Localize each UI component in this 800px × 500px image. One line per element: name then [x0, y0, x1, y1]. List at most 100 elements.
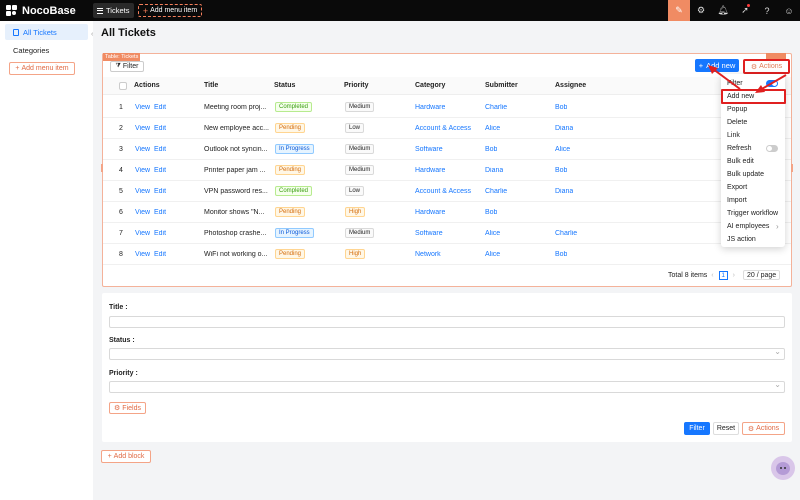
- drag-handle-right[interactable]: [791, 164, 793, 172]
- submitter-link[interactable]: Alice: [485, 251, 500, 258]
- category-link[interactable]: Software: [415, 230, 443, 237]
- view-link[interactable]: View: [135, 188, 150, 195]
- form-actions-button[interactable]: ⚙ Actions: [742, 422, 785, 435]
- table-header: Actions Title Status Priority Category S…: [103, 77, 791, 95]
- edit-link[interactable]: Edit: [154, 230, 166, 237]
- dropdown-item-refresh[interactable]: Refresh: [727, 145, 752, 152]
- edit-link[interactable]: Edit: [154, 188, 166, 195]
- help-icon[interactable]: ?: [756, 0, 778, 21]
- column-header-priority[interactable]: Priority: [344, 82, 369, 89]
- category-link[interactable]: Hardware: [415, 209, 445, 216]
- bell-icon[interactable]: 🔔︎: [712, 0, 734, 21]
- view-link[interactable]: View: [135, 251, 150, 258]
- view-link[interactable]: View: [135, 104, 150, 111]
- category-link[interactable]: Account & Access: [415, 125, 471, 132]
- edit-link[interactable]: Edit: [154, 167, 166, 174]
- next-page-icon[interactable]: ›: [733, 272, 735, 279]
- category-link[interactable]: Account & Access: [415, 188, 471, 195]
- rocket-icon[interactable]: ➚: [734, 0, 756, 21]
- dropdown-item-ai-employees[interactable]: AI employees: [727, 223, 769, 230]
- submitter-link[interactable]: Bob: [485, 209, 497, 216]
- select-all-checkbox[interactable]: [119, 82, 127, 90]
- priority-select[interactable]: [109, 380, 785, 393]
- dropdown-item-js-action[interactable]: JS action: [727, 236, 756, 243]
- assignee-link[interactable]: Bob: [555, 104, 567, 111]
- column-header-title[interactable]: Title: [204, 82, 218, 89]
- refresh-toggle[interactable]: [766, 145, 778, 152]
- fields-button[interactable]: ⚙ Fields: [109, 402, 146, 414]
- logo[interactable]: NocoBase: [6, 4, 76, 17]
- actions-button[interactable]: ⚙ Actions: [743, 59, 790, 74]
- category-link[interactable]: Hardware: [415, 104, 445, 111]
- add-block-button[interactable]: + Add block: [101, 450, 151, 463]
- dropdown-item-popup[interactable]: Popup: [727, 106, 747, 113]
- add-new-button[interactable]: + Add new: [695, 59, 739, 72]
- page-number[interactable]: 1: [718, 270, 728, 280]
- table-row[interactable]: 5 View Edit VPN password res... Completed Low…: [103, 181, 791, 202]
- assignee-link[interactable]: Bob: [555, 251, 567, 258]
- submitter-link[interactable]: Diana: [485, 167, 503, 174]
- design-icon[interactable]: ✎: [668, 0, 690, 21]
- menu-item-tickets[interactable]: Tickets: [93, 3, 134, 18]
- dropdown-item-export[interactable]: Export: [727, 184, 747, 191]
- ai-assistant-avatar[interactable]: [771, 456, 795, 480]
- edit-link[interactable]: Edit: [154, 104, 166, 111]
- category-link[interactable]: Hardware: [415, 167, 445, 174]
- column-header-assignee[interactable]: Assignee: [555, 82, 586, 89]
- table-row[interactable]: 4 View Edit Printer paper jam ... Pending Med…: [103, 160, 791, 181]
- column-header-status[interactable]: Status: [274, 82, 295, 89]
- filter-button[interactable]: ⧩ Filter: [110, 61, 144, 72]
- dropdown-item-delete[interactable]: Delete: [727, 119, 747, 126]
- view-link[interactable]: View: [135, 125, 150, 132]
- add-menu-item-button[interactable]: + Add menu item: [138, 4, 202, 17]
- user-icon[interactable]: ☺: [778, 0, 800, 21]
- edit-link[interactable]: Edit: [154, 125, 166, 132]
- assignee-link[interactable]: Charlie: [555, 230, 577, 237]
- assignee-link[interactable]: Alice: [555, 146, 570, 153]
- view-link[interactable]: View: [135, 146, 150, 153]
- dropdown-item-filter[interactable]: Filter: [727, 80, 743, 87]
- assignee-link[interactable]: Bob: [555, 167, 567, 174]
- status-select[interactable]: [109, 347, 785, 360]
- title-cell: Monitor shows "N...: [204, 209, 265, 216]
- category-link[interactable]: Network: [415, 251, 441, 258]
- submitter-link[interactable]: Bob: [485, 146, 497, 153]
- assignee-link[interactable]: Diana: [555, 125, 573, 132]
- submitter-link[interactable]: Alice: [485, 125, 500, 132]
- dropdown-item-bulk-update[interactable]: Bulk update: [727, 171, 764, 178]
- submitter-link[interactable]: Charlie: [485, 104, 507, 111]
- gear-icon[interactable]: ⚙: [690, 0, 712, 21]
- sidebar-item-categories[interactable]: Categories: [5, 42, 88, 58]
- dropdown-item-link[interactable]: Link: [727, 132, 740, 139]
- view-link[interactable]: View: [135, 230, 150, 237]
- submitter-link[interactable]: Alice: [485, 230, 500, 237]
- column-header-category[interactable]: Category: [415, 82, 445, 89]
- table-row[interactable]: 2 View Edit New employee acc... Pending Low Ac…: [103, 118, 791, 139]
- column-header-submitter[interactable]: Submitter: [485, 82, 518, 89]
- title-input[interactable]: [109, 316, 785, 328]
- edit-link[interactable]: Edit: [154, 146, 166, 153]
- sidebar-add-menu-item-button[interactable]: + Add menu item: [9, 62, 75, 75]
- dropdown-item-import[interactable]: Import: [727, 197, 747, 204]
- view-link[interactable]: View: [135, 167, 150, 174]
- page-size-select[interactable]: 20 / page: [742, 270, 781, 280]
- edit-link[interactable]: Edit: [154, 251, 166, 258]
- filter-toggle[interactable]: [766, 80, 778, 87]
- dropdown-item-trigger-workflow[interactable]: Trigger workflow: [727, 210, 778, 217]
- assignee-link[interactable]: Diana: [555, 188, 573, 195]
- table-row[interactable]: 3 View Edit Outlook not syncin... In Progres…: [103, 139, 791, 160]
- dropdown-item-bulk-edit[interactable]: Bulk edit: [727, 158, 754, 165]
- collapse-sidebar-icon[interactable]: ‹: [91, 31, 93, 38]
- edit-link[interactable]: Edit: [154, 209, 166, 216]
- table-row[interactable]: 7 View Edit Photoshop crashe... In Progress M…: [103, 223, 791, 244]
- table-row[interactable]: 1 View Edit Meeting room proj... Completed Me…: [103, 97, 791, 118]
- sidebar-item-all-tickets[interactable]: All Tickets: [5, 24, 88, 40]
- prev-page-icon[interactable]: ‹: [711, 272, 713, 279]
- table-row[interactable]: 6 View Edit Monitor shows "N... Pending High H…: [103, 202, 791, 223]
- form-filter-button[interactable]: Filter: [684, 422, 710, 435]
- form-reset-button[interactable]: Reset: [713, 422, 739, 435]
- view-link[interactable]: View: [135, 209, 150, 216]
- category-link[interactable]: Software: [415, 146, 443, 153]
- submitter-link[interactable]: Charlie: [485, 188, 507, 195]
- table-row[interactable]: 8 View Edit WiFi not working o... Pending Hig…: [103, 244, 791, 265]
